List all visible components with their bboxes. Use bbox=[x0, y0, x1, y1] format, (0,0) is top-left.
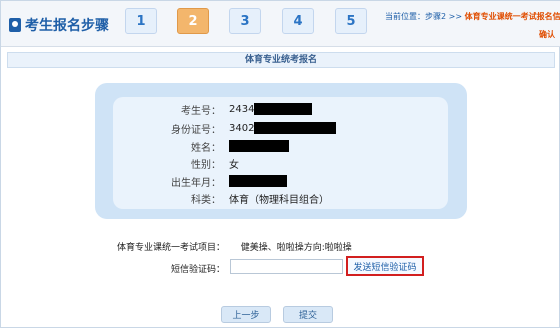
name-label: 姓名： bbox=[191, 142, 221, 154]
step-indicator: 1 2 3 4 5 bbox=[125, 8, 373, 34]
section-title: 体育专业统考报名 bbox=[7, 52, 555, 68]
breadcrumb: 当前位置：步骤2 >> 体育专业课统一考试报名信息 确认 bbox=[385, 11, 560, 41]
birth-row: 出生年月： bbox=[113, 173, 448, 189]
id-prefix: 3402 bbox=[229, 122, 255, 134]
sms-code-label: 短信验证码： bbox=[171, 265, 226, 275]
step-2[interactable]: 2 bbox=[177, 8, 209, 34]
id-value: 3402 bbox=[229, 122, 337, 134]
breadcrumb-current: 体育专业课统一考试报名信息 bbox=[464, 12, 560, 21]
exam-no-value: 2434 bbox=[229, 103, 313, 115]
id-label: 身份证号： bbox=[171, 124, 221, 136]
breadcrumb-tail: 确认 bbox=[539, 30, 555, 39]
exam-no-row: 考生号： 2434 bbox=[113, 101, 448, 117]
exam-items-row: 体育专业课统一考试项目： 健美操、啦啦操方向:啦啦操 bbox=[117, 240, 352, 253]
exam-items-label: 体育专业课统一考试项目： bbox=[117, 243, 226, 253]
brand-title: 考生报名步骤 bbox=[25, 18, 109, 34]
exam-items-value: 健美操、啦啦操方向:啦啦操 bbox=[240, 243, 352, 253]
breadcrumb-prefix: 当前位置：步骤2 >> bbox=[385, 12, 463, 21]
exam-no-label: 考生号： bbox=[181, 105, 221, 117]
id-redaction bbox=[254, 122, 337, 134]
birth-redaction bbox=[229, 175, 287, 187]
sms-code-input[interactable] bbox=[230, 259, 343, 274]
registration-page: 考生报名步骤 1 2 3 4 5 当前位置：步骤2 >> 体育专业课统一考试报名… bbox=[0, 0, 560, 328]
exam-no-redaction bbox=[254, 103, 313, 115]
step-4[interactable]: 4 bbox=[282, 8, 314, 34]
steps-icon bbox=[9, 18, 21, 32]
step-1[interactable]: 1 bbox=[125, 8, 157, 34]
id-row: 身份证号： 3402 bbox=[113, 120, 448, 136]
birth-label: 出生年月： bbox=[171, 177, 221, 189]
name-redaction bbox=[229, 140, 289, 152]
prev-step-button[interactable]: 上一步 bbox=[221, 306, 271, 323]
exam-no-prefix: 2434 bbox=[229, 103, 255, 115]
step-3[interactable]: 3 bbox=[229, 8, 261, 34]
subject-row: 科类： 体育（物理科目组合） bbox=[113, 190, 448, 206]
brand: 考生报名步骤 bbox=[9, 17, 109, 34]
gender-row: 性别： 女 bbox=[113, 155, 448, 171]
step-5[interactable]: 5 bbox=[335, 8, 367, 34]
send-sms-code-button[interactable]: 发送短信验证码 bbox=[346, 256, 424, 276]
gender-label: 性别： bbox=[191, 159, 221, 171]
name-value bbox=[229, 140, 289, 152]
steps-header: 考生报名步骤 1 2 3 4 5 当前位置：步骤2 >> 体育专业课统一考试报名… bbox=[1, 1, 560, 47]
subject-value: 体育（物理科目组合） bbox=[229, 194, 329, 206]
subject-label: 科类： bbox=[191, 194, 221, 206]
name-row: 姓名： bbox=[113, 138, 448, 154]
birth-value bbox=[229, 175, 287, 187]
gender-value: 女 bbox=[229, 159, 239, 171]
submit-button[interactable]: 提交 bbox=[283, 306, 333, 323]
